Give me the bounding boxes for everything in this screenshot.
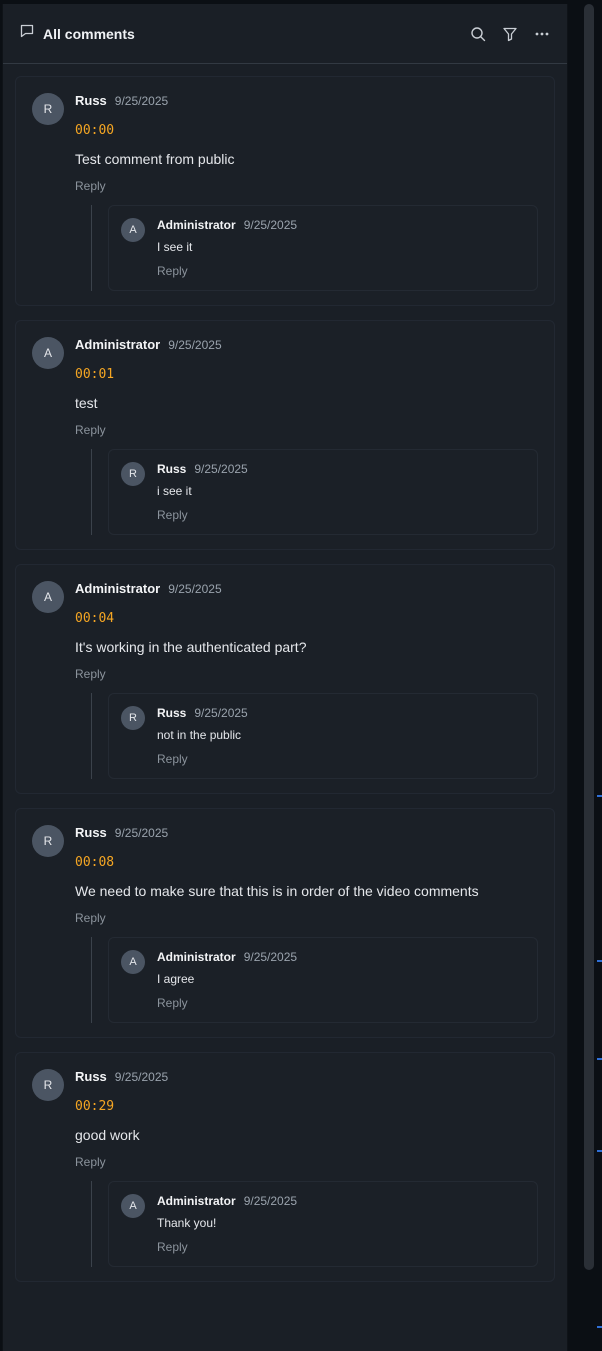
thread-line: [91, 937, 92, 1023]
thread-line: [91, 205, 92, 291]
reply-card: A Administrator 9/25/2025 Thank you! Rep…: [108, 1181, 538, 1267]
edge-mark: [597, 795, 602, 797]
reply-button[interactable]: Reply: [75, 1155, 106, 1169]
reply-button[interactable]: Reply: [157, 1240, 188, 1254]
thread-line: [91, 693, 92, 779]
panel-title: All comments: [43, 25, 135, 42]
reply-thread: R Russ 9/25/2025 not in the public Reply: [75, 693, 538, 779]
reply-text: I see it: [157, 240, 193, 254]
header-title-group: All comments: [19, 23, 135, 44]
comment-card: R Russ 9/25/2025 00:00 Test comment from…: [15, 76, 555, 306]
comment-card: R Russ 9/25/2025 00:29 good work Reply A: [15, 1052, 555, 1282]
video-timestamp[interactable]: 00:29: [75, 1099, 538, 1114]
reply-card: A Administrator 9/25/2025 I see it Reply: [108, 205, 538, 291]
reply-date: 9/25/2025: [194, 706, 248, 720]
video-timestamp[interactable]: 00:00: [75, 123, 538, 138]
author-name: Administrator: [157, 1194, 236, 1208]
avatar: A: [121, 218, 145, 242]
reply-button[interactable]: Reply: [75, 667, 106, 681]
comment-date: 9/25/2025: [114, 826, 169, 840]
comments-panel: All comments R Russ 9/25/2025 00:00 Test…: [2, 4, 568, 1351]
thread-line: [91, 1181, 92, 1267]
comment-text: Test comment from public: [75, 151, 235, 167]
video-timestamp[interactable]: 00:08: [75, 855, 538, 870]
avatar: R: [121, 706, 145, 730]
reply-card: R Russ 9/25/2025 i see it Reply: [108, 449, 538, 535]
comment-text: test: [75, 395, 98, 411]
video-timestamp[interactable]: 00:01: [75, 367, 538, 382]
comment-card: R Russ 9/25/2025 00:08 We need to make s…: [15, 808, 555, 1038]
reply-date: 9/25/2025: [243, 218, 298, 232]
edge-mark: [597, 1058, 602, 1060]
avatar: A: [32, 581, 64, 613]
scrollbar[interactable]: [584, 4, 594, 1274]
filter-icon[interactable]: [501, 25, 519, 43]
reply-button[interactable]: Reply: [157, 508, 188, 522]
comment-card: A Administrator 9/25/2025 00:01 test Rep…: [15, 320, 555, 550]
reply-thread: A Administrator 9/25/2025 I see it Reply: [75, 205, 538, 291]
reply-card: A Administrator 9/25/2025 I agree Reply: [108, 937, 538, 1023]
reply-text: i see it: [157, 484, 192, 498]
avatar: R: [121, 462, 145, 486]
author-name: Russ: [157, 462, 187, 476]
avatar: A: [32, 337, 64, 369]
comment-icon: [19, 23, 35, 44]
reply-button[interactable]: Reply: [157, 264, 188, 278]
edge-mark: [597, 960, 602, 962]
avatar: R: [32, 825, 64, 857]
author-name: Administrator: [157, 950, 236, 964]
comment-text: We need to make sure that this is in ord…: [75, 883, 479, 899]
reply-button[interactable]: Reply: [157, 752, 188, 766]
avatar: A: [121, 1194, 145, 1218]
reply-date: 9/25/2025: [194, 462, 248, 476]
avatar: A: [121, 950, 145, 974]
author-name: Administrator: [75, 337, 161, 352]
header-actions: [469, 25, 551, 43]
reply-button[interactable]: Reply: [75, 423, 106, 437]
author-name: Administrator: [157, 218, 236, 232]
video-timestamp[interactable]: 00:04: [75, 611, 538, 626]
avatar: R: [32, 93, 64, 125]
comment-text: good work: [75, 1127, 140, 1143]
more-icon[interactable]: [533, 25, 551, 43]
reply-date: 9/25/2025: [243, 1194, 298, 1208]
thread-line: [91, 449, 92, 535]
reply-thread: R Russ 9/25/2025 i see it Reply: [75, 449, 538, 535]
reply-button[interactable]: Reply: [75, 911, 106, 925]
reply-button[interactable]: Reply: [157, 996, 188, 1010]
comment-date: 9/25/2025: [114, 1070, 169, 1084]
comment-text: It's working in the authenticated part?: [75, 639, 307, 655]
reply-thread: A Administrator 9/25/2025 I agree Reply: [75, 937, 538, 1023]
author-name: Russ: [75, 1069, 107, 1084]
reply-text: I agree: [157, 972, 195, 986]
comment-date: 9/25/2025: [114, 94, 169, 108]
edge-mark: [597, 1326, 602, 1328]
reply-text: Thank you!: [157, 1216, 217, 1230]
author-name: Administrator: [75, 581, 161, 596]
comment-date: 9/25/2025: [168, 582, 222, 596]
comment-card: A Administrator 9/25/2025 00:04 It's wor…: [15, 564, 555, 794]
comment-list: R Russ 9/25/2025 00:00 Test comment from…: [3, 64, 567, 1282]
panel-header: All comments: [3, 4, 567, 64]
author-name: Russ: [75, 825, 107, 840]
reply-card: R Russ 9/25/2025 not in the public Reply: [108, 693, 538, 779]
search-icon[interactable]: [469, 25, 487, 43]
edge-mark: [597, 1150, 602, 1152]
author-name: Russ: [157, 706, 187, 720]
reply-button[interactable]: Reply: [75, 179, 106, 193]
comment-date: 9/25/2025: [168, 338, 222, 352]
scrollbar-thumb[interactable]: [584, 4, 594, 1270]
reply-thread: A Administrator 9/25/2025 Thank you! Rep…: [75, 1181, 538, 1267]
reply-text: not in the public: [157, 728, 242, 742]
reply-date: 9/25/2025: [243, 950, 298, 964]
avatar: R: [32, 1069, 64, 1101]
author-name: Russ: [75, 93, 107, 108]
